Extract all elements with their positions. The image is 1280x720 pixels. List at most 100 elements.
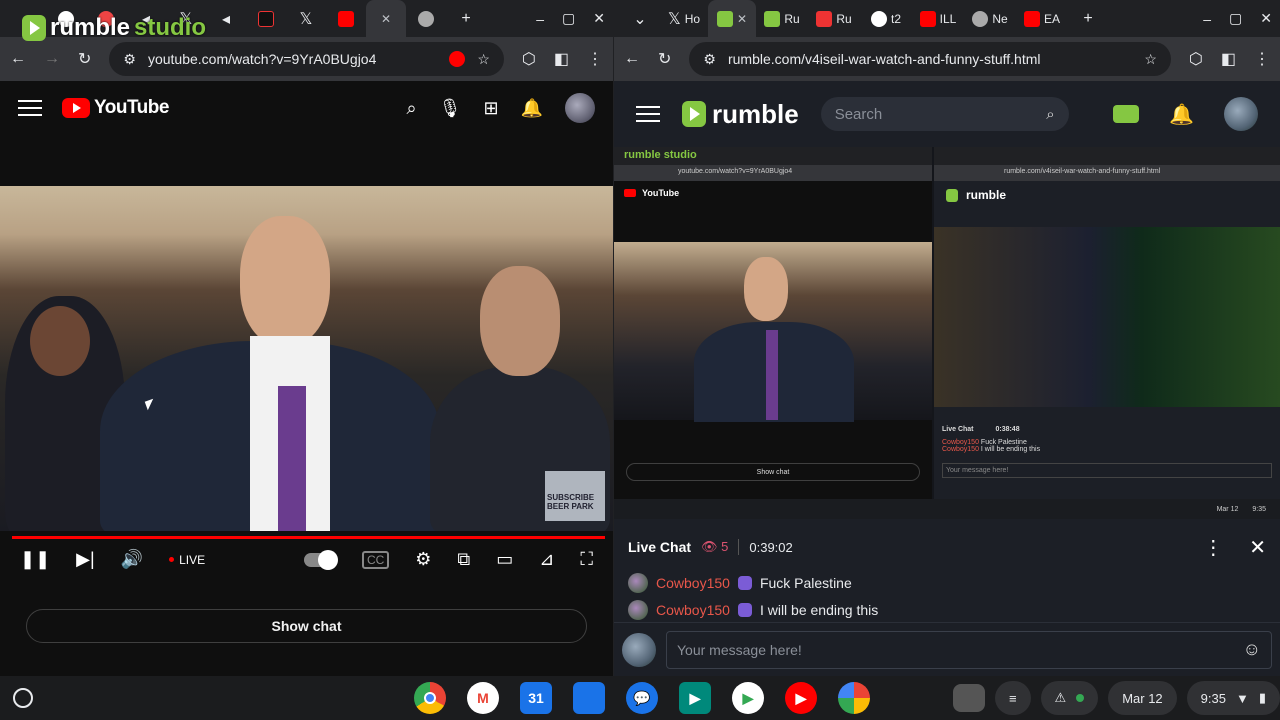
emoji-icon[interactable]: ☺ — [1243, 639, 1261, 660]
miniplayer-icon[interactable]: ⧉ — [457, 549, 470, 570]
tab-5[interactable]: ◂ — [206, 0, 246, 37]
show-chat-button[interactable]: Show chat — [26, 609, 587, 643]
youtube-browser-window: ⌄ ◂ 𝕏 ◂ 𝕏 ✕ + – ▢ ✕ rumble studio ← → ↻ … — [0, 0, 613, 676]
gmail-icon[interactable]: M — [467, 682, 499, 714]
maximize-icon[interactable]: ▢ — [1229, 10, 1242, 27]
chat-username[interactable]: Cowboy150 — [656, 575, 730, 591]
search-icon[interactable]: ⌕ — [1046, 106, 1054, 123]
google-icon — [870, 10, 887, 27]
captions-icon[interactable]: CC — [361, 550, 390, 569]
create-icon[interactable]: ⊞ — [483, 98, 498, 119]
minimize-icon[interactable]: – — [1203, 11, 1211, 27]
autoplay-toggle[interactable] — [303, 549, 338, 570]
tab-r6[interactable]: ILL — [912, 0, 964, 37]
meet-icon[interactable]: ▶ — [679, 682, 711, 714]
calendar-icon[interactable]: 31 — [520, 682, 552, 714]
search-input[interactable]: Search ⌕ — [820, 97, 1069, 131]
back-icon[interactable]: ← — [624, 50, 640, 68]
tab-r4[interactable]: Ru — [808, 0, 860, 37]
more-options-icon[interactable]: ⋮ — [1203, 535, 1223, 560]
search-icon[interactable]: ⌕ — [407, 98, 417, 119]
volume-icon[interactable]: 🔊 — [121, 549, 143, 570]
minimize-icon[interactable]: – — [536, 11, 544, 27]
stream-preview-icon[interactable] — [952, 684, 985, 712]
bell-icon[interactable]: 🔔 — [521, 98, 543, 119]
tab-8[interactable] — [326, 0, 366, 37]
close-icon[interactable]: ✕ — [381, 12, 391, 26]
settings-icon[interactable]: ⚙ — [415, 549, 431, 570]
tab-active-right[interactable]: ✕ — [708, 0, 756, 37]
close-window-icon[interactable]: ✕ — [1260, 10, 1272, 27]
forward-icon[interactable]: → — [44, 50, 60, 68]
new-tab-button[interactable]: + — [1068, 0, 1108, 37]
tab-label: ILL — [939, 11, 957, 26]
extensions-icon[interactable]: ⬡ — [1189, 49, 1203, 69]
rumble-icon — [716, 10, 733, 27]
chat-username[interactable]: Cowboy150 — [656, 602, 730, 618]
status-area[interactable]: 9:35 ▼ ▮ — [1186, 681, 1280, 715]
new-tab-button[interactable]: + — [446, 0, 486, 37]
video-player[interactable]: SUBSCRIBE BEER PARK — [0, 186, 613, 531]
progress-bar[interactable] — [12, 536, 605, 539]
photos-icon[interactable] — [838, 682, 870, 714]
theater-icon[interactable]: ▭ — [496, 549, 513, 570]
site-info-icon[interactable]: ⚙ — [703, 51, 716, 68]
close-icon[interactable]: ✕ — [737, 12, 747, 26]
nested-stream-capture[interactable]: rumble studio youtube.com/watch?v=9YrA0B… — [614, 147, 1280, 519]
reload-icon[interactable]: ↻ — [78, 49, 91, 69]
rumble-logo[interactable]: rumble — [682, 99, 799, 130]
fullscreen-icon[interactable]: ⛶ — [580, 549, 593, 570]
back-icon[interactable]: ← — [10, 50, 26, 68]
tab-r1[interactable]: 𝕏 Ho — [660, 0, 708, 37]
url-field[interactable]: ⚙ rumble.com/v4iseil-war-watch-and-funny… — [689, 42, 1171, 76]
avatar[interactable] — [1224, 97, 1258, 131]
quick-settings-button[interactable]: ⚠ — [1040, 681, 1099, 715]
maximize-icon[interactable]: ▢ — [562, 10, 575, 27]
reload-icon[interactable]: ↻ — [658, 49, 671, 69]
next-icon[interactable]: ▶| — [76, 549, 95, 570]
tab-r5[interactable]: t2 — [860, 0, 912, 37]
site-info-icon[interactable]: ⚙ — [123, 51, 136, 68]
tab-r3[interactable]: Ru — [756, 0, 808, 37]
tab-6[interactable] — [246, 0, 286, 37]
rumble-logo-icon — [682, 101, 706, 127]
menu-icon[interactable] — [636, 106, 660, 122]
url-field[interactable]: ⚙ youtube.com/watch?v=9YrA0BUgjo4 ☆ — [109, 42, 504, 76]
tab-active[interactable]: ✕ — [366, 0, 406, 37]
pause-icon[interactable]: ❚❚ — [20, 549, 50, 570]
side-panel-icon[interactable]: ◧ — [1221, 49, 1236, 69]
play-store-icon[interactable]: ▶ — [732, 682, 764, 714]
live-badge[interactable]: LIVE — [169, 553, 205, 567]
side-panel-icon[interactable]: ◧ — [554, 49, 569, 69]
tab-label: Ru — [836, 11, 852, 26]
files-icon[interactable] — [573, 682, 605, 714]
menu-icon[interactable] — [18, 100, 42, 116]
studio-watermark: rumble studio — [22, 14, 206, 42]
messages-icon[interactable]: 💬 — [626, 682, 658, 714]
bell-icon[interactable]: 🔔 — [1169, 102, 1194, 127]
youtube-icon[interactable]: ▶ — [785, 682, 817, 714]
menu-icon[interactable]: ⋮ — [1254, 49, 1270, 69]
menu-icon[interactable]: ⋮ — [587, 49, 603, 69]
microphone-icon[interactable]: 🎙 — [439, 98, 462, 119]
tote-button[interactable]: ≡ — [994, 681, 1031, 715]
launcher-icon[interactable] — [13, 688, 33, 708]
avatar[interactable] — [565, 93, 595, 123]
tab-r7[interactable]: Ne — [964, 0, 1016, 37]
tab-7[interactable]: 𝕏 — [286, 0, 326, 37]
star-icon[interactable]: ☆ — [1144, 51, 1157, 68]
tab-r8[interactable]: EA — [1016, 0, 1068, 37]
tab-9[interactable] — [406, 0, 446, 37]
chrome-icon[interactable] — [414, 682, 446, 714]
youtube-logo[interactable]: YouTube — [62, 97, 169, 119]
tab-search-button[interactable]: ⌄ — [620, 0, 660, 37]
record-icon[interactable] — [449, 51, 466, 67]
star-icon[interactable]: ☆ — [477, 51, 490, 68]
close-window-icon[interactable]: ✕ — [593, 10, 605, 27]
date-button[interactable]: Mar 12 — [1108, 681, 1177, 715]
extensions-icon[interactable]: ⬡ — [522, 49, 536, 69]
close-icon[interactable]: ✕ — [1249, 535, 1266, 560]
chat-message-input[interactable]: Your message here! ☺ — [666, 630, 1272, 669]
upload-video-icon[interactable] — [1113, 105, 1140, 123]
cast-icon[interactable]: ⊿ — [539, 549, 554, 570]
